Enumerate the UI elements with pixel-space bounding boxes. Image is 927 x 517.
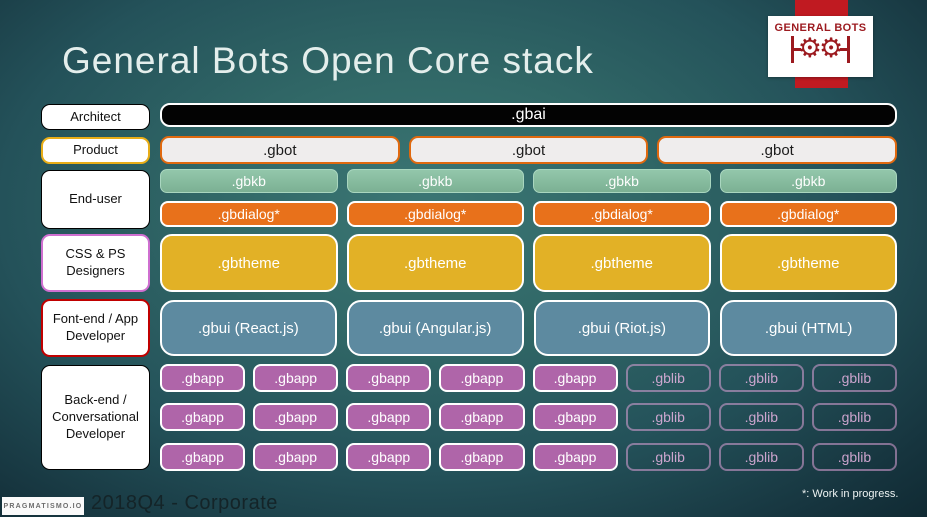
role-label-front-end-app-developer: Font-end / App Developer: [41, 299, 150, 357]
gbtheme-box: .gbtheme: [160, 234, 338, 292]
work-in-progress-note: *: Work in progress.: [802, 488, 899, 500]
gbapp-box: .gbapp: [532, 443, 618, 471]
gbkb-box: .gbkb: [533, 169, 711, 193]
gbtheme-box: .gbtheme: [719, 234, 897, 292]
gbapp-box: .gbapp: [253, 364, 339, 392]
gblib-box: .gblib: [625, 443, 711, 471]
gbot-row: .gbot .gbot .gbot: [160, 136, 898, 164]
gblib-box: .gblib: [625, 403, 711, 431]
gear-bracket-left-icon: [790, 35, 801, 63]
gblib-box: .gblib: [811, 364, 897, 392]
gbapp-gblib-row: .gbapp .gbapp .gbapp .gbapp .gbapp .gbli…: [160, 364, 897, 392]
role-label-architect: Architect: [41, 104, 150, 130]
gbtheme-box: .gbtheme: [346, 234, 524, 292]
gbtheme-row: .gbtheme .gbtheme .gbtheme .gbtheme: [160, 234, 897, 292]
gbapp-box: .gbapp: [160, 364, 246, 392]
gear-bracket-right-icon: [840, 35, 851, 63]
gbdialog-box: .gbdialog*: [346, 201, 524, 227]
gbdialog-box: .gbdialog*: [719, 201, 897, 227]
gbkb-row: .gbkb .gbkb .gbkb .gbkb: [160, 169, 897, 193]
gbkb-box: .gbkb: [346, 169, 524, 193]
gbui-riot-box: .gbui (Riot.js): [533, 300, 711, 356]
gbui-html-box: .gbui (HTML): [720, 300, 897, 356]
gbui-row: .gbui (React.js) .gbui (Angular.js) .gbu…: [160, 300, 897, 356]
role-label-css-ps-designers: CSS & PS Designers: [41, 234, 150, 292]
slide: General Bots Open Core stack GENERAL BOT…: [0, 0, 927, 517]
gbot-box: .gbot: [408, 136, 649, 164]
gbapp-box: .gbapp: [439, 403, 525, 431]
slide-caption: 2018Q4 - Corporate: [91, 492, 278, 514]
gblib-box: .gblib: [811, 403, 897, 431]
gblib-box: .gblib: [718, 403, 804, 431]
role-label-end-user: End-user: [41, 170, 150, 229]
gbapp-box: .gbapp: [160, 443, 246, 471]
gbot-box: .gbot: [657, 136, 898, 164]
gblib-box: .gblib: [625, 364, 711, 392]
gbapp-box: .gbapp: [532, 403, 618, 431]
gbapp-box: .gbapp: [532, 364, 618, 392]
gbapp-gblib-row: .gbapp .gbapp .gbapp .gbapp .gbapp .gbli…: [160, 403, 897, 431]
gbapp-box: .gbapp: [346, 443, 432, 471]
gbui-angular-box: .gbui (Angular.js): [346, 300, 524, 356]
page-title: General Bots Open Core stack: [62, 40, 594, 81]
role-label-product: Product: [41, 137, 150, 164]
gbot-box: .gbot: [160, 136, 400, 164]
gbapp-box: .gbapp: [346, 364, 432, 392]
gbdialog-box: .gbdialog*: [533, 201, 711, 227]
pragmatismo-watermark: PRAGMATISMO.IO: [2, 497, 84, 515]
gblib-box: .gblib: [811, 443, 897, 471]
general-bots-logo: GENERAL BOTS ⚙ ⚙: [768, 16, 873, 77]
gbapp-box: .gbapp: [346, 403, 432, 431]
gbapp-box: .gbapp: [160, 403, 246, 431]
gbdialog-box: .gbdialog*: [160, 201, 338, 227]
gbui-react-box: .gbui (React.js): [160, 300, 337, 356]
gbdialog-row: .gbdialog* .gbdialog* .gbdialog* .gbdial…: [160, 201, 897, 227]
role-label-back-end-conversational-developer: Back-end / Conversational Developer: [41, 365, 150, 470]
gbapp-box: .gbapp: [253, 443, 339, 471]
gbapp-gblib-row: .gbapp .gbapp .gbapp .gbapp .gbapp .gbli…: [160, 443, 897, 471]
gbapp-box: .gbapp: [253, 403, 339, 431]
gears-icon: ⚙ ⚙: [790, 35, 851, 63]
gbtheme-box: .gbtheme: [533, 234, 711, 292]
gbkb-box: .gbkb: [719, 169, 897, 193]
gblib-box: .gblib: [718, 364, 804, 392]
gbapp-box: .gbapp: [439, 443, 525, 471]
gbai-row: .gbai: [160, 103, 897, 127]
gbapp-box: .gbapp: [439, 364, 525, 392]
gbai-box: .gbai: [160, 103, 897, 127]
gblib-box: .gblib: [718, 443, 804, 471]
gbkb-box: .gbkb: [160, 169, 338, 193]
